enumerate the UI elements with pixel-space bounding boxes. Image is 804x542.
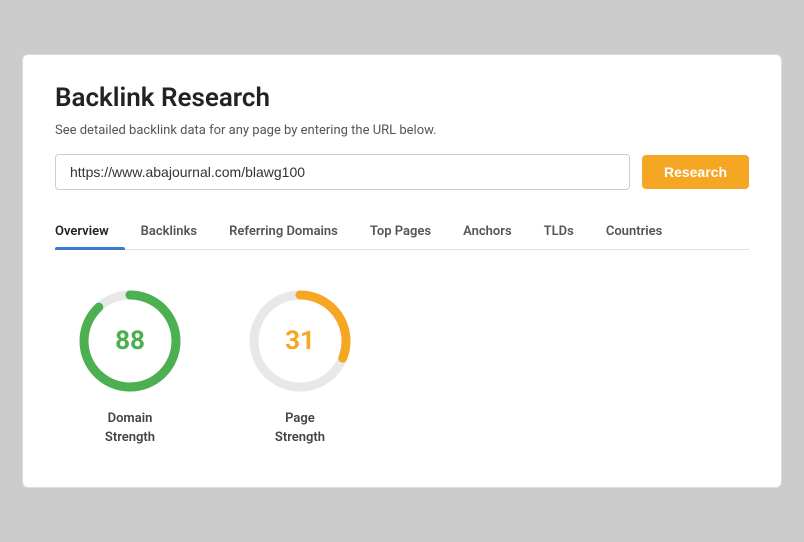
tab-top-pages[interactable]: Top Pages [354,214,447,249]
metrics-row: 88 DomainStrength 31 PageStrength [55,286,749,446]
domain-strength-label: DomainStrength [105,410,155,446]
page-strength-circle: 31 [245,286,355,396]
tabs-nav: Overview Backlinks Referring Domains Top… [55,214,749,250]
url-input[interactable] [55,154,630,190]
page-title: Backlink Research [55,83,749,113]
tab-referring-domains[interactable]: Referring Domains [213,214,354,249]
tab-overview[interactable]: Overview [55,214,125,249]
subtitle: See detailed backlink data for any page … [55,123,749,138]
main-card: Backlink Research See detailed backlink … [22,54,782,487]
tab-countries[interactable]: Countries [590,214,678,249]
research-button[interactable]: Research [642,155,749,189]
page-strength-value: 31 [285,326,315,356]
domain-strength-value: 88 [115,326,145,356]
tab-tlds[interactable]: TLDs [528,214,590,249]
search-row: Research [55,154,749,190]
domain-strength-circle: 88 [75,286,185,396]
tab-anchors[interactable]: Anchors [447,214,528,249]
page-strength-metric: 31 PageStrength [245,286,355,446]
tab-backlinks[interactable]: Backlinks [125,214,213,249]
page-strength-label: PageStrength [275,410,325,446]
domain-strength-metric: 88 DomainStrength [75,286,185,446]
